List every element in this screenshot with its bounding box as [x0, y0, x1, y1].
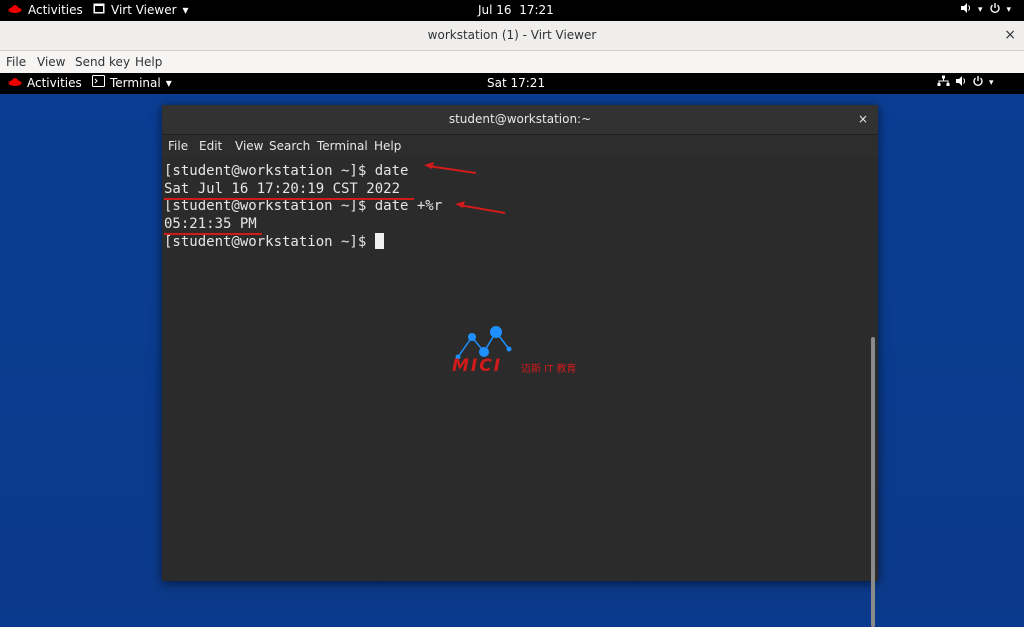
watermark-logo-icon — [455, 326, 512, 360]
annotation-overlay — [424, 162, 512, 360]
watermark-brand: MICI — [452, 356, 503, 376]
watermark-subtitle: 迈斯 IT 教育 — [521, 364, 577, 375]
annotation-arrow — [424, 162, 477, 174]
annotation-arrow — [455, 201, 506, 214]
